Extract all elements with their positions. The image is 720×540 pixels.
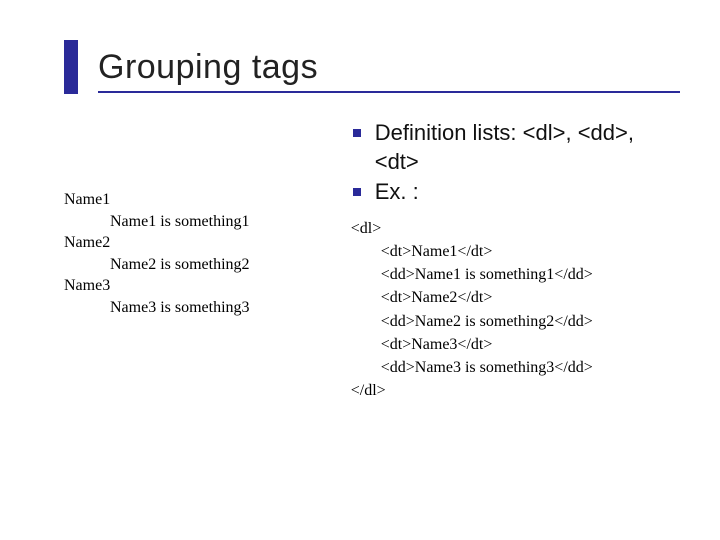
square-bullet-icon bbox=[353, 188, 361, 196]
code-line: </dl> bbox=[351, 379, 680, 402]
code-line: <dt>Name2</dt> bbox=[381, 286, 680, 309]
slide: Grouping tags Name1 Name1 is something1 … bbox=[0, 0, 720, 540]
code-line: <dt>Name1</dt> bbox=[381, 240, 680, 263]
bullet-list: Definition lists: <dl>, <dd>, <dt> Ex. : bbox=[351, 119, 680, 207]
title-underline bbox=[98, 91, 680, 93]
slide-title: Grouping tags bbox=[98, 48, 680, 87]
square-bullet-icon bbox=[353, 129, 361, 137]
left-column: Name1 Name1 is something1 Name2 Name2 is… bbox=[64, 119, 323, 402]
bullet-item: Ex. : bbox=[351, 178, 680, 207]
content-columns: Name1 Name1 is something1 Name2 Name2 is… bbox=[64, 119, 680, 402]
code-example: <dl> <dt>Name1</dt> <dd>Name1 is somethi… bbox=[351, 217, 680, 403]
def-term: Name1 bbox=[64, 189, 323, 211]
def-desc: Name1 is something1 bbox=[110, 211, 323, 233]
code-line: <dt>Name3</dt> bbox=[381, 333, 680, 356]
bullet-text: Definition lists: <dl>, <dd>, <dt> bbox=[375, 120, 634, 174]
bullet-text: Ex. : bbox=[375, 179, 419, 204]
right-column: Definition lists: <dl>, <dd>, <dt> Ex. :… bbox=[351, 119, 680, 402]
def-desc: Name2 is something2 bbox=[110, 254, 323, 276]
def-term: Name3 bbox=[64, 275, 323, 297]
title-accent-bar bbox=[64, 40, 78, 94]
code-line: <dd>Name2 is something2</dd> bbox=[381, 310, 680, 333]
code-line: <dd>Name1 is something1</dd> bbox=[381, 263, 680, 286]
def-desc: Name3 is something3 bbox=[110, 297, 323, 319]
def-term: Name2 bbox=[64, 232, 323, 254]
bullet-item: Definition lists: <dl>, <dd>, <dt> bbox=[351, 119, 680, 176]
title-block: Grouping tags bbox=[64, 48, 680, 93]
code-line: <dl> bbox=[351, 217, 680, 240]
code-line: <dd>Name3 is something3</dd> bbox=[381, 356, 680, 379]
definition-list-rendered: Name1 Name1 is something1 Name2 Name2 is… bbox=[64, 189, 323, 319]
